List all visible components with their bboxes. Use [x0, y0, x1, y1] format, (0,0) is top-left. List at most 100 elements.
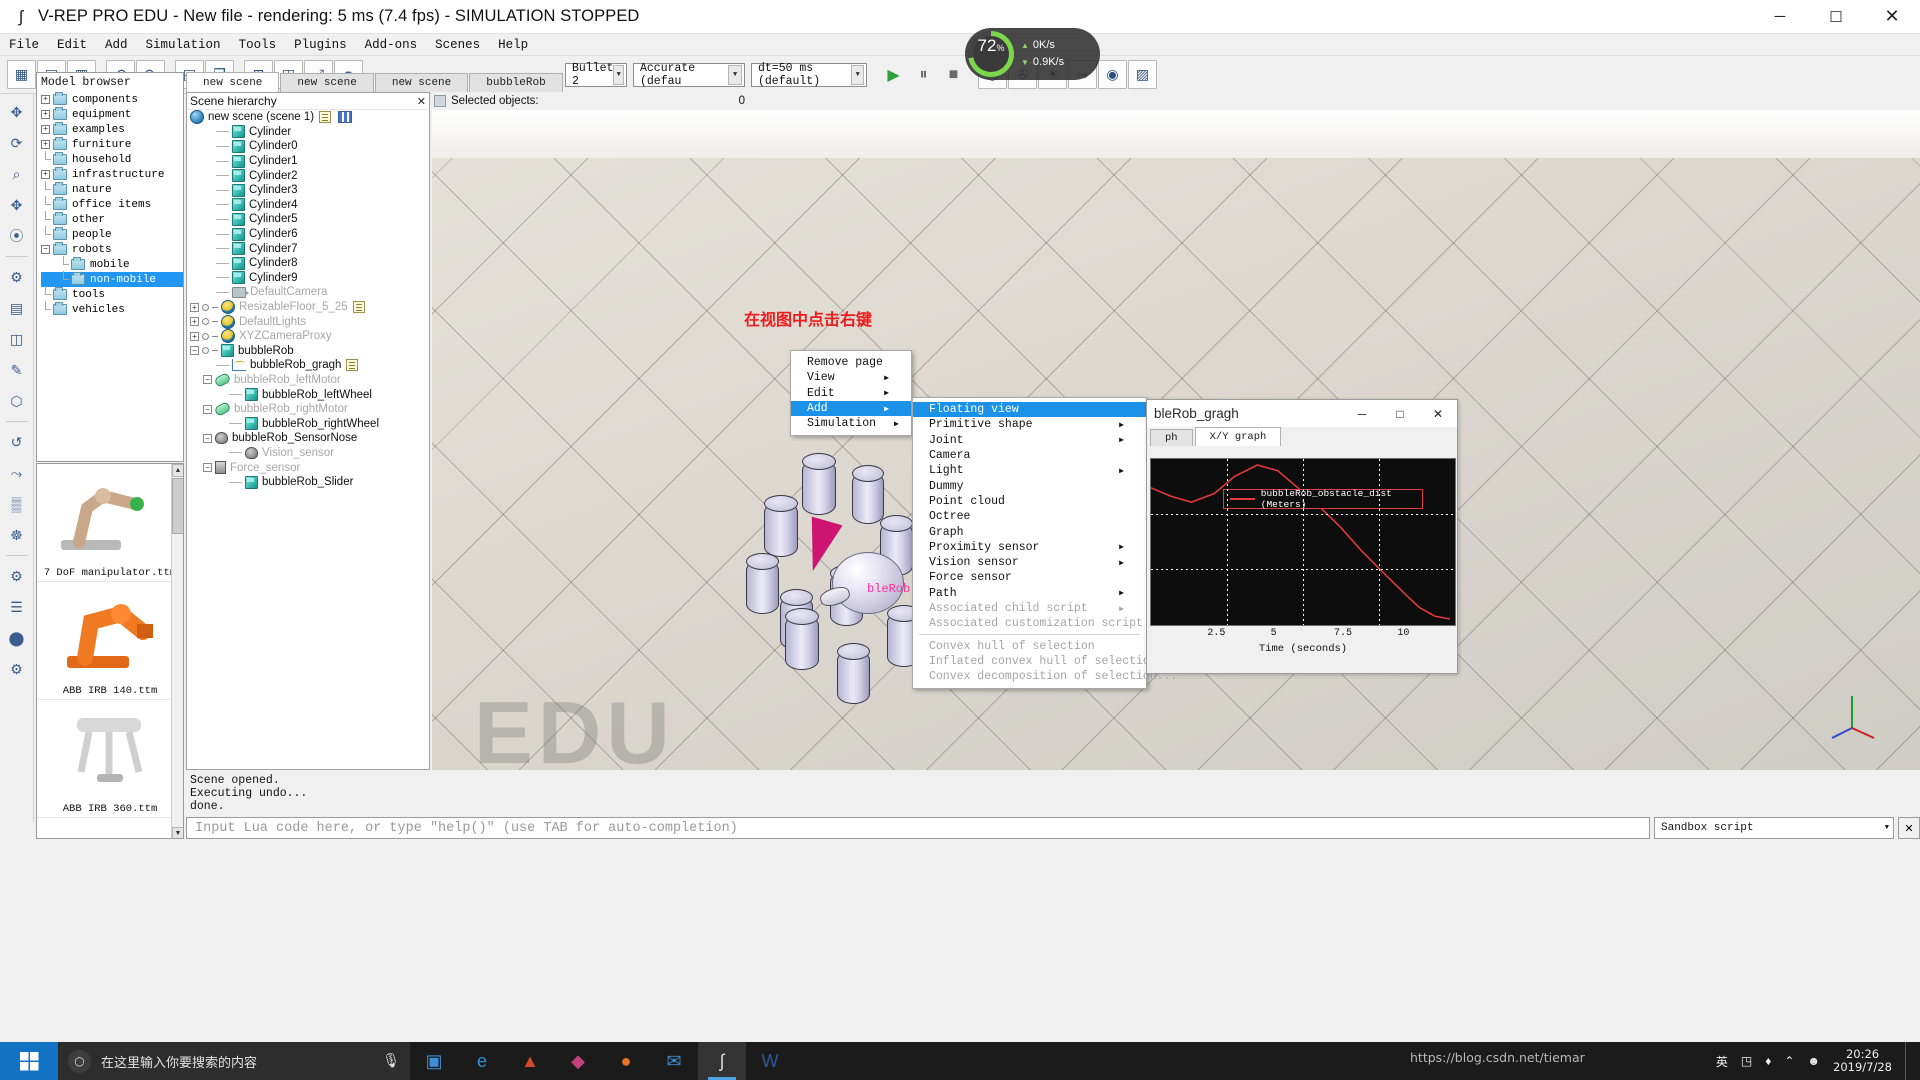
menu-scenes[interactable]: Scenes — [426, 34, 489, 56]
menu-item-graph[interactable]: Graph — [913, 524, 1146, 539]
menu-item-add[interactable]: Add▶ — [791, 401, 911, 416]
model-browser-item-household[interactable]: household — [41, 152, 183, 167]
model-browser-item-tools[interactable]: tools — [41, 287, 183, 302]
show-desktop-button[interactable] — [1905, 1042, 1912, 1080]
model-browser-item-other[interactable]: other — [41, 212, 183, 227]
collapse-icon[interactable]: − — [203, 463, 212, 472]
menu-item-path[interactable]: Path▶ — [913, 586, 1146, 601]
menu-item-light[interactable]: Light▶ — [913, 463, 1146, 478]
undo-history-icon[interactable]: ↺ — [3, 428, 31, 456]
hierarchy-item-Cylinder4[interactable]: Cylinder4 — [187, 198, 429, 213]
model-browser-item-examples[interactable]: +examples — [41, 122, 183, 137]
menu-add-ons[interactable]: Add-ons — [356, 34, 427, 56]
hierarchy-item-Cylinder5[interactable]: Cylinder5 — [187, 212, 429, 227]
hierarchy-item-ResizableFloor_5_25[interactable]: +ResizableFloor_5_25 — [187, 300, 429, 315]
script-icon[interactable] — [319, 111, 331, 123]
vrep-button[interactable]: ʃ — [698, 1042, 746, 1080]
scene-tab-0[interactable]: new scene — [186, 72, 279, 92]
scene-tab-2[interactable]: new scene — [375, 73, 468, 92]
network-icon[interactable]: ◳ — [1741, 1054, 1752, 1068]
cylinder-object[interactable] — [837, 650, 870, 704]
object-property-dot-icon[interactable] — [202, 318, 209, 325]
menu-item-vision-sensor[interactable]: Vision sensor▶ — [913, 555, 1146, 570]
viewport-context-menu[interactable]: Remove pageView▶Edit▶Add▶Simulation▶ — [790, 350, 912, 436]
edge-button[interactable]: e — [458, 1042, 506, 1080]
script-icon[interactable] — [353, 301, 365, 313]
object-property-dot-icon[interactable] — [202, 347, 209, 354]
scene-tab-1[interactable]: new scene — [280, 73, 373, 92]
hierarchy-item-Cylinder7[interactable]: Cylinder7 — [187, 241, 429, 256]
people-icon[interactable]: ☻ — [1807, 1054, 1820, 1068]
close-button[interactable]: ✕ — [1864, 0, 1920, 34]
hierarchy-item-new-scene--scene-1-[interactable]: new scene (scene 1) — [187, 110, 429, 125]
expand-icon[interactable]: + — [190, 303, 199, 312]
collapse-icon[interactable]: − — [203, 405, 212, 414]
menu-item-camera[interactable]: Camera — [913, 448, 1146, 463]
hierarchy-item-Vision_sensor[interactable]: Vision_sensor — [187, 446, 429, 461]
cylinder-object[interactable] — [785, 615, 819, 670]
expand-icon[interactable]: + — [41, 110, 50, 119]
layers-icon[interactable] — [338, 111, 352, 123]
scroll-up-icon[interactable]: ▲ — [172, 464, 184, 477]
hierarchy-item-Force_sensor[interactable]: −Force_sensor — [187, 460, 429, 475]
model-browser-item-equipment[interactable]: +equipment — [41, 107, 183, 122]
hierarchy-tree[interactable]: new scene (scene 1)CylinderCylinder0Cyli… — [187, 110, 429, 489]
scroll-down-icon[interactable]: ▼ — [172, 827, 184, 839]
settings-icon[interactable]: ⚙ — [3, 655, 31, 683]
hierarchy-item-bubbleRob_SensorNose[interactable]: −bubbleRob_SensorNose — [187, 431, 429, 446]
cylinder-object[interactable] — [746, 560, 779, 614]
collapse-icon[interactable]: − — [203, 434, 212, 443]
expand-icon[interactable]: + — [41, 95, 50, 104]
model-thumb-irb140[interactable]: ABB IRB 140.ttm — [37, 582, 183, 700]
graph-tab-0[interactable]: ph — [1150, 429, 1193, 446]
script-icon[interactable] — [346, 359, 358, 371]
model-thumb-irb360[interactable]: ABB IRB 360.ttm — [37, 700, 183, 818]
object-shift-icon[interactable]: ✥ — [3, 98, 31, 126]
model-browser-item-people[interactable]: people — [41, 227, 183, 242]
model-browser-item-components[interactable]: +components — [41, 92, 183, 107]
maximize-button[interactable]: ☐ — [1808, 0, 1864, 34]
collapse-icon[interactable]: − — [190, 346, 199, 355]
hierarchy-item-bubbleRob_leftMotor[interactable]: −bubbleRob_leftMotor — [187, 373, 429, 388]
hierarchy-item-bubbleRob_Slider[interactable]: bubbleRob_Slider — [187, 475, 429, 490]
menu-item-dummy[interactable]: Dummy — [913, 478, 1146, 493]
menu-file[interactable]: File — [0, 34, 48, 56]
menu-item-octree[interactable]: Octree — [913, 509, 1146, 524]
model-browser-tree[interactable]: +components+equipment+examples+furniture… — [37, 92, 183, 317]
taskbar-clock[interactable]: 20:26 2019/7/28 — [1833, 1048, 1892, 1074]
model-thumb-7dof[interactable]: 7 DoF manipulator.ttm — [37, 464, 183, 582]
calculation-module-icon[interactable]: ▤ — [3, 294, 31, 322]
new-scene-button[interactable]: ▦ — [7, 60, 36, 89]
hierarchy-item-Cylinder2[interactable]: Cylinder2 — [187, 168, 429, 183]
hierarchy-item-DefaultCamera[interactable]: DefaultCamera — [187, 285, 429, 300]
scrollbar-thumb[interactable] — [172, 478, 184, 534]
collapse-icon[interactable]: − — [203, 375, 212, 384]
menu-item-force-sensor[interactable]: Force sensor — [913, 570, 1146, 585]
model-browser-item-non-mobile[interactable]: non-mobile — [41, 272, 183, 287]
menu-add[interactable]: Add — [96, 34, 137, 56]
zoom-icon[interactable]: ⌕ — [3, 160, 31, 188]
menu-plugins[interactable]: Plugins — [285, 34, 356, 56]
expand-icon[interactable]: + — [41, 140, 50, 149]
model-browser-item-office-items[interactable]: office items — [41, 197, 183, 212]
hierarchy-item-XYZCameraProxy[interactable]: +XYZCameraProxy — [187, 329, 429, 344]
scene-object-properties-icon[interactable]: ⚙ — [3, 263, 31, 291]
chevron-up-icon[interactable]: ⌃ — [1784, 1054, 1794, 1068]
script-icon[interactable]: ✎ — [3, 356, 31, 384]
close-icon[interactable]: ✕ — [417, 95, 426, 108]
collapse-icon[interactable]: − — [41, 245, 50, 254]
menu-item-edit[interactable]: Edit▶ — [791, 386, 911, 401]
hierarchy-item-Cylinder[interactable]: Cylinder — [187, 125, 429, 140]
menu-item-simulation[interactable]: Simulation▶ — [791, 416, 911, 431]
menu-item-proximity-sensor[interactable]: Proximity sensor▶ — [913, 540, 1146, 555]
hierarchy-item-bubbleRob_rightMotor[interactable]: −bubbleRob_rightMotor — [187, 402, 429, 417]
graph-maximize-button[interactable]: □ — [1381, 400, 1419, 427]
hierarchy-item-Cylinder9[interactable]: Cylinder9 — [187, 271, 429, 286]
app4-button[interactable]: ◆ — [554, 1042, 602, 1080]
menu-tools[interactable]: Tools — [230, 34, 286, 56]
expand-icon[interactable]: + — [190, 332, 199, 341]
shape-edit-icon[interactable]: ⬡ — [3, 387, 31, 415]
expand-icon[interactable]: + — [41, 125, 50, 134]
expand-icon[interactable]: + — [190, 317, 199, 326]
menu-item-floating-view[interactable]: Floating view — [913, 402, 1146, 417]
